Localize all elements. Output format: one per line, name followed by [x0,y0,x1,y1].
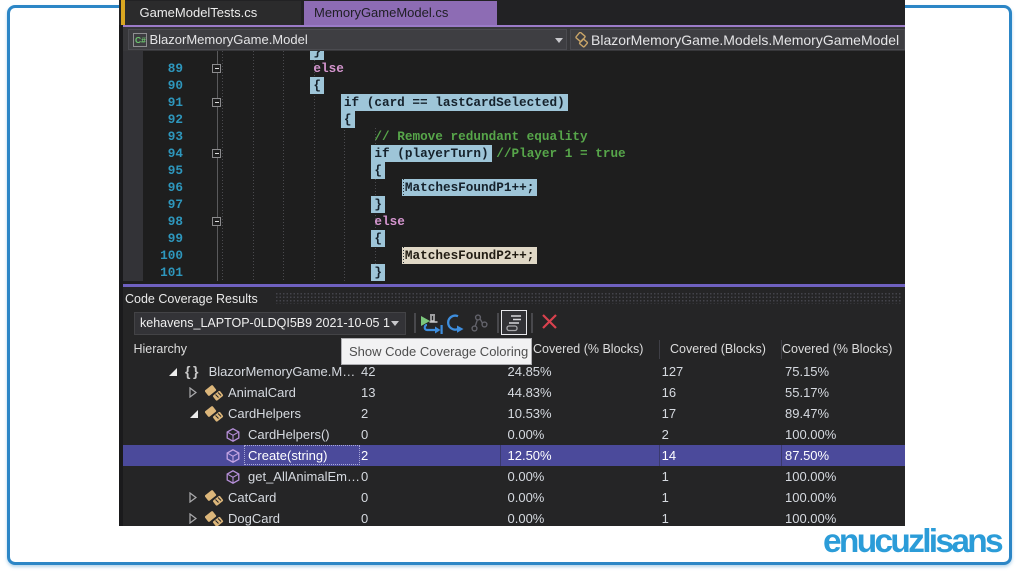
svg-text:C#: C# [135,35,146,45]
